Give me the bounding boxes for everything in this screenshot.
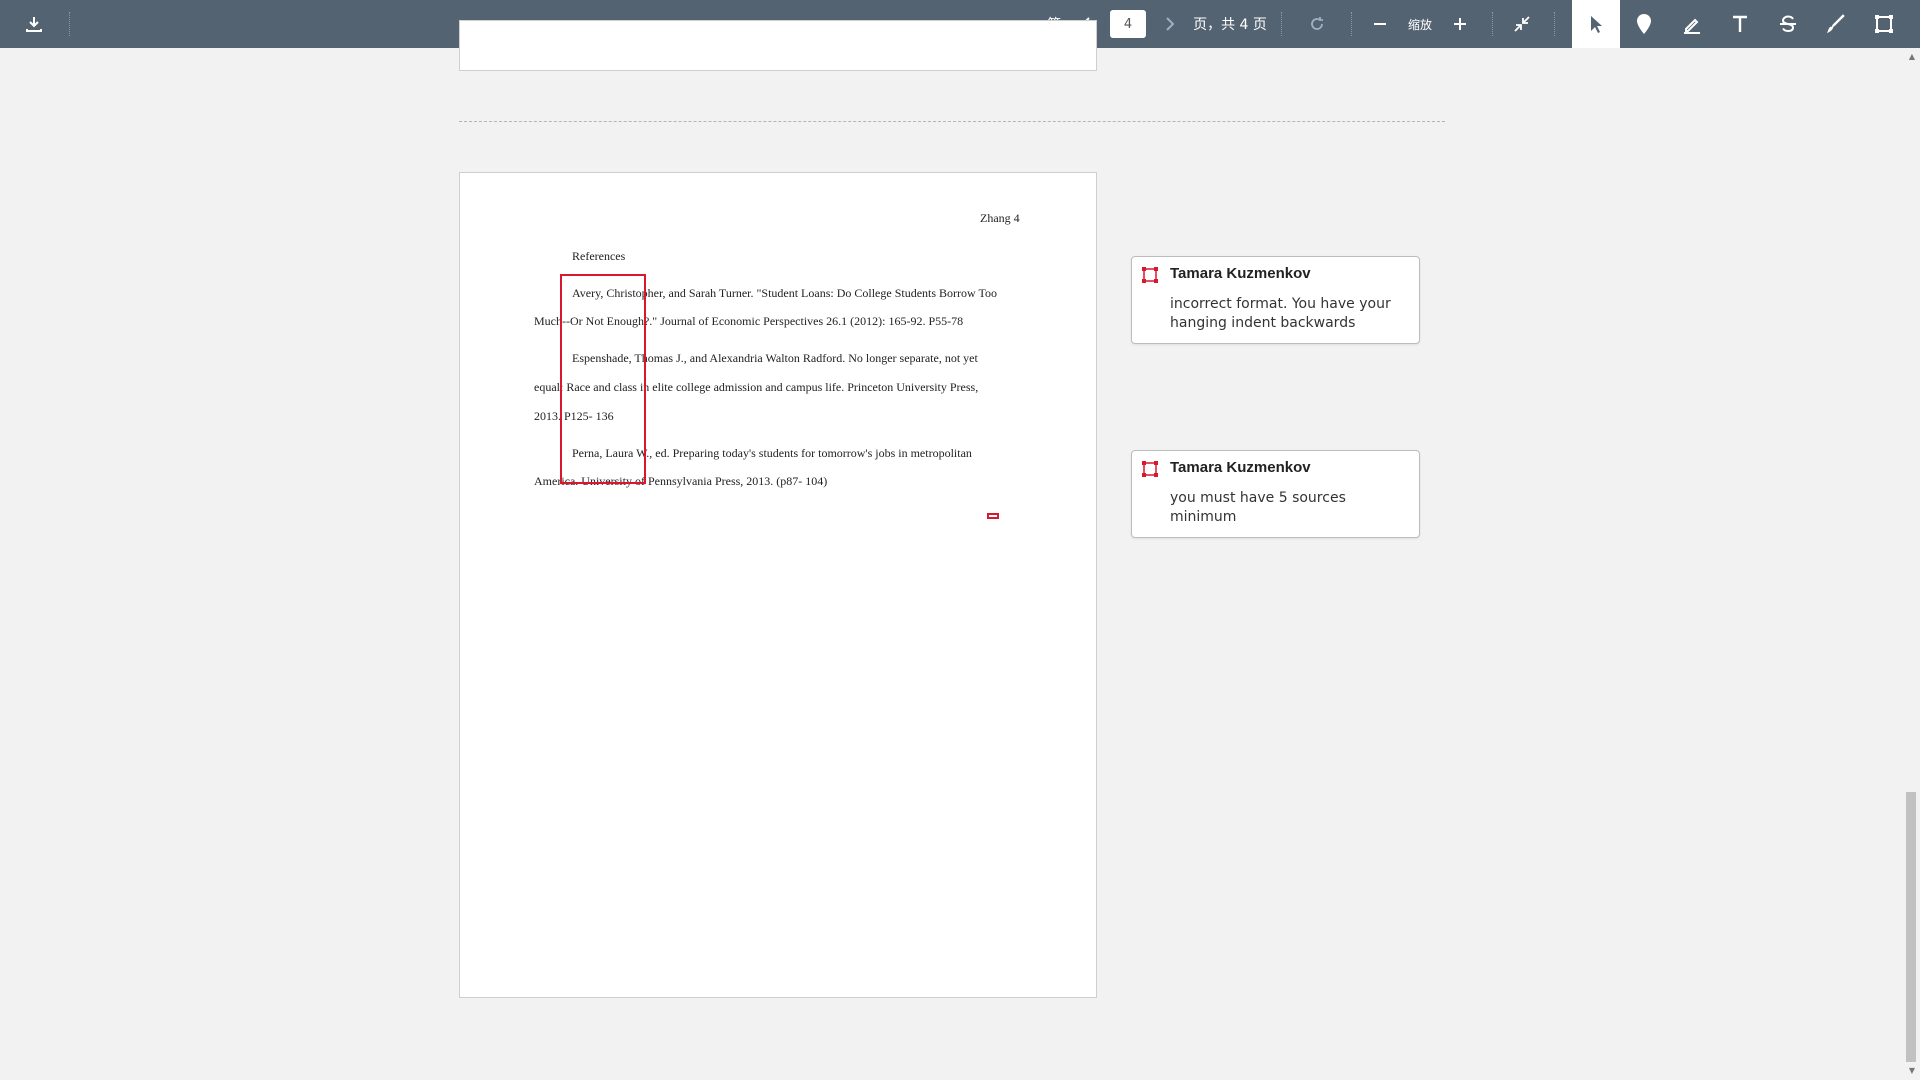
zoom-in-icon[interactable] [1448,0,1472,48]
fit-page-icon[interactable] [1508,0,1536,48]
document-page: Zhang 4 References Avery, Christopher, a… [459,172,1097,998]
toolbar-separator [1492,12,1493,36]
text-tool-icon[interactable] [1716,0,1764,48]
references-heading: References [572,249,626,263]
next-page-icon[interactable] [1158,0,1182,48]
page-number-input[interactable] [1110,10,1146,38]
previous-page [459,20,1097,71]
scrollbar-thumb[interactable] [1906,792,1916,1062]
comment-text: incorrect format. You have your hanging … [1170,296,1391,331]
zoom-out-icon[interactable] [1368,0,1392,48]
zoom-label[interactable]: 缩放 [1400,0,1440,48]
area-annotation-icon [1142,461,1158,477]
area-annotation-icon [1142,267,1158,283]
comment-text: you must have 5 sources minimum [1170,490,1346,525]
pin-comment-icon[interactable] [1620,0,1668,48]
page-divider [459,121,1445,122]
highlight-icon[interactable] [1668,0,1716,48]
area-annotation-icon[interactable] [1860,0,1908,48]
page-count-label: 页，共 4 页 [1193,17,1267,33]
area-annotation-sources[interactable] [987,513,999,519]
scroll-up-icon[interactable]: ▲ [1904,50,1920,64]
download-icon[interactable] [18,0,50,48]
comment-author: Tamara Kuzmenkov [1170,459,1311,476]
toolbar-separator [69,12,70,36]
comment-author: Tamara Kuzmenkov [1170,265,1311,282]
rotate-icon[interactable] [1303,0,1331,48]
draw-icon[interactable] [1812,0,1860,48]
toolbar-separator [1281,12,1282,36]
area-annotation-indent[interactable] [560,274,646,484]
comment-card[interactable]: Tamara Kuzmenkov incorrect format. You h… [1131,256,1420,344]
select-tool-icon[interactable] [1572,0,1620,48]
strikeout-icon[interactable] [1764,0,1812,48]
comment-card[interactable]: Tamara Kuzmenkov you must have 5 sources… [1131,450,1420,538]
toolbar-separator [1554,12,1555,36]
scroll-down-icon[interactable]: ▼ [1904,1064,1920,1078]
toolbar-separator [1351,12,1352,36]
page-header: Zhang 4 [980,211,1020,225]
